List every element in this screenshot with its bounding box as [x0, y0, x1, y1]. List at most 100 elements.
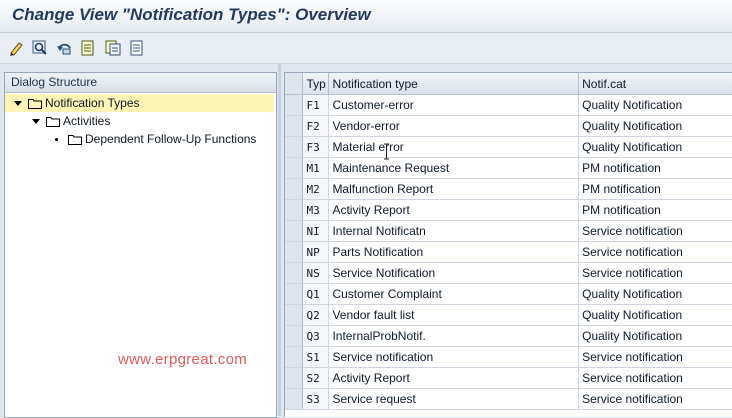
table-row[interactable]: F3 Material error Quality Notification [285, 136, 732, 158]
cell-notif-cat[interactable]: Service notification [578, 388, 732, 410]
cell-notif-cat[interactable]: PM notification [578, 178, 732, 200]
cell-notif-cat[interactable]: PM notification [578, 199, 732, 221]
notification-types-table: Typ Notification type Notif.cat F1 Custom… [284, 72, 732, 417]
table-row[interactable]: Q1 Customer Complaint Quality Notification [285, 283, 732, 305]
delete-icon[interactable] [128, 39, 146, 56]
cell-typ[interactable]: M3 [302, 199, 330, 221]
cell-notif-cat[interactable]: Service notification [578, 262, 732, 284]
cell-typ[interactable]: NI [302, 220, 330, 242]
cell-notif-cat[interactable]: Service notification [578, 220, 732, 242]
cell-notification-type[interactable]: Vendor-error [328, 115, 580, 137]
cell-notification-type[interactable]: Maintenance Request [328, 157, 580, 179]
cell-typ[interactable]: Q1 [302, 283, 330, 305]
cell-notif-cat[interactable]: Quality Notification [578, 283, 732, 305]
cell-notification-type[interactable]: Malfunction Report [328, 178, 580, 200]
folder-open-icon [28, 98, 42, 109]
table-row[interactable]: S3 Service request Service notification [285, 388, 732, 410]
dialog-structure-header: Dialog Structure [5, 73, 276, 93]
cell-notif-cat[interactable]: Quality Notification [578, 115, 732, 137]
cell-notification-type[interactable]: Activity Report [328, 199, 580, 221]
column-header-typ[interactable]: Typ [302, 73, 330, 95]
table-row[interactable]: NP Parts Notification Service notification [285, 241, 732, 263]
table-row[interactable]: F1 Customer-error Quality Notification [285, 94, 732, 116]
select-all-button[interactable] [285, 73, 304, 95]
cell-typ[interactable]: F3 [302, 136, 330, 158]
row-selector-button[interactable] [285, 178, 304, 200]
row-selector-button[interactable] [285, 304, 304, 326]
cell-typ[interactable]: NS [302, 262, 330, 284]
cell-notification-type[interactable]: Service request [328, 388, 580, 410]
cell-typ[interactable]: M1 [302, 157, 330, 179]
row-selector-button[interactable] [285, 115, 304, 137]
cell-notification-type[interactable]: Customer Complaint [328, 283, 580, 305]
expand-triangle-icon[interactable] [14, 100, 22, 106]
change-display-icon[interactable] [8, 39, 26, 56]
table-row[interactable]: Q2 Vendor fault list Quality Notification [285, 304, 732, 326]
new-entries-icon[interactable] [79, 39, 97, 56]
cell-notification-type[interactable]: InternalProbNotif. [328, 325, 580, 347]
panel-splitter[interactable] [278, 64, 281, 416]
cell-notif-cat[interactable]: Service notification [578, 346, 732, 368]
cell-typ[interactable]: F1 [302, 94, 330, 116]
copy-as-icon[interactable] [104, 39, 122, 56]
table-row[interactable]: F2 Vendor-error Quality Notification [285, 115, 732, 137]
cell-notif-cat[interactable]: Service notification [578, 367, 732, 389]
cell-typ[interactable]: F2 [302, 115, 330, 137]
tree-node-label: Notification Types [45, 96, 140, 110]
row-selector-button[interactable] [285, 220, 304, 242]
find-icon[interactable] [31, 39, 49, 56]
table-row[interactable]: S1 Service notification Service notificati… [285, 346, 732, 368]
row-selector-button[interactable] [285, 136, 304, 158]
cell-typ[interactable]: S2 [302, 367, 330, 389]
tree-node-activities[interactable]: Activities [32, 112, 110, 130]
row-selector-button[interactable] [285, 241, 304, 263]
cell-notification-type[interactable]: Service Notification [328, 262, 580, 284]
row-selector-button[interactable] [285, 157, 304, 179]
cell-notif-cat[interactable]: Quality Notification [578, 94, 732, 116]
application-toolbar [0, 33, 732, 64]
table-row[interactable]: M1 Maintenance Request PM notification [285, 157, 732, 179]
cell-notif-cat[interactable]: Quality Notification [578, 304, 732, 326]
table-row[interactable]: NS Service Notification Service notificati… [285, 262, 732, 284]
cell-notif-cat[interactable]: Quality Notification [578, 136, 732, 158]
expand-triangle-icon[interactable] [32, 118, 40, 124]
cell-notification-type[interactable]: Activity Report [328, 367, 580, 389]
row-selector-button[interactable] [285, 367, 304, 389]
table-row[interactable]: NI Internal Notificatn Service notificatio… [285, 220, 732, 242]
cell-notification-type[interactable]: Parts Notification [328, 241, 580, 263]
tree-node-notification-types[interactable]: Notification Types [5, 94, 274, 112]
table-row[interactable]: M2 Malfunction Report PM notification [285, 178, 732, 200]
table-row[interactable]: M3 Activity Report PM notification [285, 199, 732, 221]
cell-typ[interactable]: Q2 [302, 304, 330, 326]
tree-node-dependent-follow-up-functions[interactable]: Dependent Follow-Up Functions [55, 130, 256, 148]
cell-notif-cat[interactable]: PM notification [578, 157, 732, 179]
cell-notif-cat[interactable]: Service notification [578, 241, 732, 263]
folder-icon [68, 134, 82, 145]
cell-typ[interactable]: M2 [302, 178, 330, 200]
cell-typ[interactable]: S1 [302, 346, 330, 368]
row-selector-button[interactable] [285, 94, 304, 116]
cell-typ[interactable]: NP [302, 241, 330, 263]
row-selector-button[interactable] [285, 325, 304, 347]
row-selector-button[interactable] [285, 262, 304, 284]
cell-notif-cat[interactable]: Quality Notification [578, 325, 732, 347]
cell-notification-type[interactable]: Customer-error [328, 94, 580, 116]
cell-notification-type[interactable]: Material error [328, 136, 580, 158]
row-selector-button[interactable] [285, 346, 304, 368]
cell-notification-type[interactable]: Service notification [328, 346, 580, 368]
cell-typ[interactable]: S3 [302, 388, 330, 410]
table-row[interactable]: Q3 InternalProbNotif. Quality Notification [285, 325, 732, 347]
row-selector-button[interactable] [285, 199, 304, 221]
cell-typ[interactable]: Q3 [302, 325, 330, 347]
cell-notification-type[interactable]: Vendor fault list [328, 304, 580, 326]
column-header-notification-type[interactable]: Notification type [328, 73, 580, 95]
folder-icon [46, 116, 60, 127]
cell-notification-type[interactable]: Internal Notificatn [328, 220, 580, 242]
undo-icon[interactable] [55, 39, 73, 56]
tree-node-label: Activities [63, 114, 111, 128]
row-selector-button[interactable] [285, 388, 304, 410]
tree-node-label: Dependent Follow-Up Functions [85, 132, 257, 146]
column-header-notif-cat[interactable]: Notif.cat [578, 73, 732, 95]
row-selector-button[interactable] [285, 283, 304, 305]
table-row[interactable]: S2 Activity Report Service notification [285, 367, 732, 389]
